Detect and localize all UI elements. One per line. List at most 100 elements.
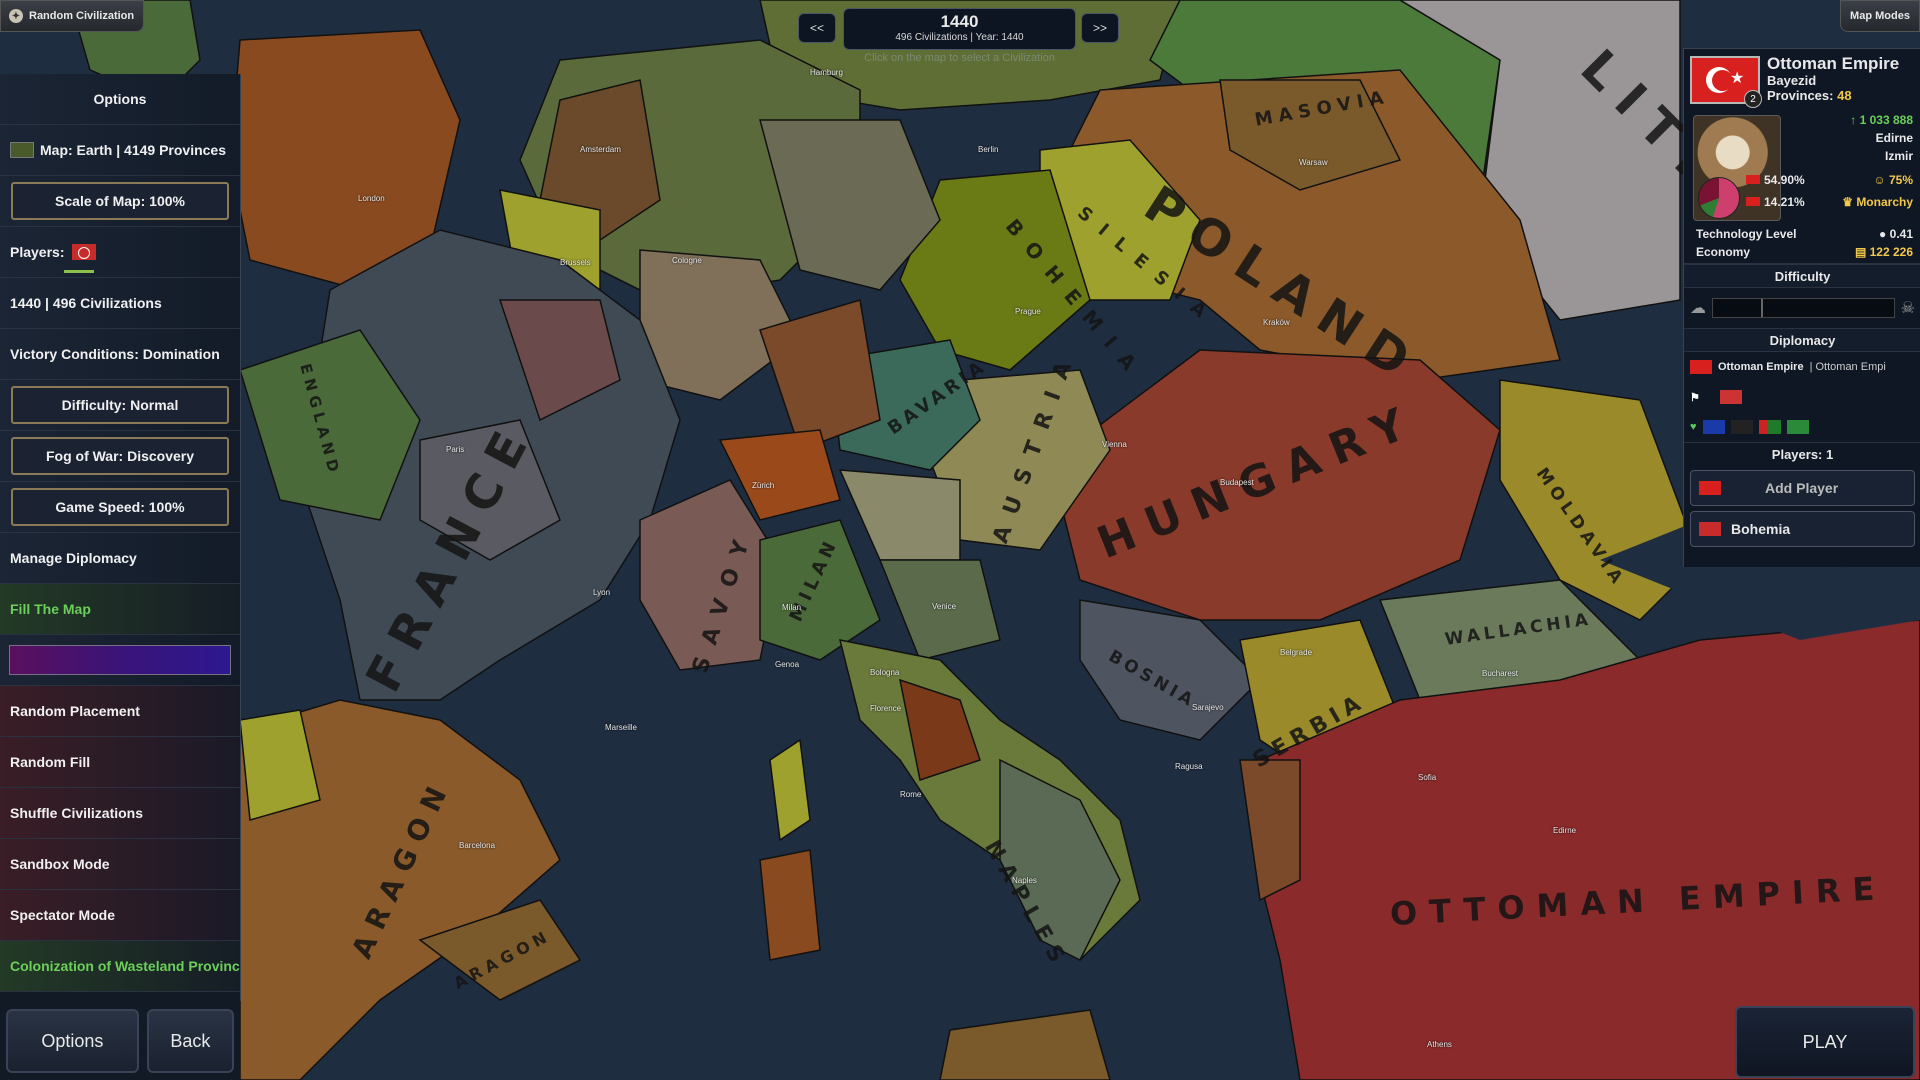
city-label: Lyon <box>593 588 611 597</box>
back-button[interactable]: Back <box>146 1009 234 1073</box>
city-label: Edirne <box>1553 826 1577 835</box>
bottom-left-buttons: Options Back <box>0 1001 240 1080</box>
province-count: 48 <box>1837 88 1852 103</box>
tech-value: 0.41 <box>1889 227 1913 241</box>
vassal-flag-icon[interactable] <box>1702 420 1725 434</box>
city-label: Brussels <box>560 258 591 267</box>
city-label: Hamburg <box>810 68 843 77</box>
civ-name: Ottoman Empire <box>1767 54 1900 73</box>
city-label: Cologne <box>672 256 702 265</box>
city-label: Florence <box>870 704 902 713</box>
diplomacy-civ-row[interactable]: Ottoman Empire | Ottoman Empi <box>1684 352 1920 382</box>
map-hint-text: Click on the map to select a Civilizatio… <box>864 52 1055 64</box>
city-label: Sarajevo <box>1192 703 1224 712</box>
city-label: Naples <box>1012 876 1037 885</box>
map-icon <box>10 142 34 158</box>
city-label: Bucharest <box>1482 669 1519 678</box>
year-display: 1440 496 Civilizations | Year: 1440 <box>843 8 1076 50</box>
player-name: Bohemia <box>1731 521 1791 537</box>
tech-icon: ● <box>1879 227 1890 241</box>
city-label: Kraków <box>1263 318 1290 327</box>
colonization-label: Colonization of Wasteland Provinces <box>10 958 240 974</box>
tech-label: Technology Level <box>1696 227 1797 241</box>
map-modes-button[interactable]: Map Modes <box>1840 0 1920 32</box>
civilization-icon: ✦ <box>9 9 23 23</box>
second-city: Izmir <box>1884 149 1913 163</box>
city-label: Athens <box>1427 1040 1452 1049</box>
year-value: 1440 <box>940 12 979 31</box>
play-button[interactable]: PLAY <box>1735 1006 1915 1078</box>
city-label: Budapest <box>1220 478 1254 487</box>
white-flag-icon[interactable]: ⚑ <box>1690 391 1700 404</box>
city-label: Paris <box>446 445 465 454</box>
city-label: Berlin <box>978 145 999 154</box>
portugal-flag-icon[interactable] <box>1758 420 1781 434</box>
year-civs-row[interactable]: 1440 | 496 Civilizations <box>0 278 240 329</box>
world-map[interactable]: POLAND HUNGARY FRANCE BOHEMIA AUSTRIA SA… <box>0 0 1920 1080</box>
city-label: Barcelona <box>459 841 496 850</box>
city-label: Sofia <box>1418 773 1437 782</box>
left-options-panel: Options Map: Earth | 4149 Provinces Scal… <box>0 74 241 1001</box>
next-year-button[interactable]: >> <box>1081 13 1119 43</box>
manage-diplomacy-button[interactable]: Manage Diplomacy <box>0 533 240 584</box>
scale-of-map-button[interactable]: Scale of Map: 100% <box>11 182 229 220</box>
city-label: Warsaw <box>1299 158 1328 167</box>
city-label: Vienna <box>1102 440 1127 449</box>
crown-icon: ♛ <box>1842 195 1857 209</box>
population-value: 1 033 888 <box>1859 113 1913 127</box>
city-label: Rome <box>900 790 922 799</box>
flag-small-icon <box>1746 175 1760 184</box>
color-picker-bar[interactable] <box>9 645 231 675</box>
city-label: Zürich <box>752 481 775 490</box>
app-title-tab[interactable]: ✦ Random Civilization <box>0 0 144 32</box>
crescent-flag-icon[interactable] <box>1730 420 1753 434</box>
players-label: Players: <box>10 244 65 260</box>
previous-year-button[interactable]: << <box>798 13 836 43</box>
fog-of-war-button[interactable]: Fog of War: Discovery <box>11 437 229 475</box>
victory-conditions-row[interactable]: Victory Conditions: Domination <box>0 329 240 380</box>
game-speed-button[interactable]: Game Speed: 100% <box>11 488 229 526</box>
rank-badge: 2 <box>1744 90 1762 108</box>
add-player-button[interactable]: Add Player <box>1690 470 1915 506</box>
city-label: Milan <box>782 603 802 612</box>
players-row[interactable]: Players: <box>0 227 240 278</box>
map-info-label: Map: Earth | 4149 Provinces <box>40 142 226 158</box>
government-type: Monarchy <box>1856 195 1913 209</box>
city-label: Genoa <box>775 660 800 669</box>
app-title: Random Civilization <box>29 10 135 22</box>
happiness-value: 75% <box>1888 173 1913 187</box>
options-button[interactable]: Options <box>6 1009 139 1073</box>
green-crescent-flag-icon[interactable] <box>1786 420 1809 434</box>
flag-small-icon <box>1746 197 1760 206</box>
heart-icon[interactable]: ♥ <box>1690 421 1697 433</box>
city-label: Bologna <box>870 668 900 677</box>
city-label: London <box>358 194 385 203</box>
colonization-button[interactable]: Colonization of Wasteland Provinces <box>0 941 240 992</box>
city-label: Marseille <box>605 723 638 732</box>
map-info-row[interactable]: Map: Earth | 4149 Provinces <box>0 125 240 176</box>
civ-provinces: Provinces: 48 <box>1767 88 1852 103</box>
civ-stats: ↑ 1 033 888 Edirne Izmir 54.90% 14.21% ☺… <box>1684 111 1920 223</box>
sandbox-mode-button[interactable]: Sandbox Mode <box>0 839 240 890</box>
random-fill-button[interactable]: Random Fill <box>0 737 240 788</box>
player-slot-bohemia[interactable]: Bohemia <box>1690 511 1915 547</box>
diplomacy-flags-row-2: ♥ <box>1684 412 1920 442</box>
shuffle-civilizations-button[interactable]: Shuffle Civilizations <box>0 788 240 839</box>
ottoman-flag-icon <box>1690 360 1712 374</box>
fill-the-map-button[interactable]: Fill The Map <box>0 584 240 635</box>
random-placement-button[interactable]: Random Placement <box>0 686 240 737</box>
percentage-2: 14.21% <box>1764 195 1805 209</box>
percentage-1: 54.90% <box>1764 173 1805 187</box>
difficulty-slider[interactable] <box>1712 298 1895 318</box>
alliance-flag-icon[interactable] <box>1719 390 1742 404</box>
economy-label: Economy <box>1696 245 1751 259</box>
difficulty-button[interactable]: Difficulty: Normal <box>11 386 229 424</box>
city-label: Venice <box>932 602 957 611</box>
capital-city: Edirne <box>1875 131 1913 145</box>
spectator-mode-button[interactable]: Spectator Mode <box>0 890 240 941</box>
difficulty-section-title: Difficulty <box>1684 264 1920 288</box>
bohemia-flag-icon <box>1699 522 1721 536</box>
ottoman-flag-icon[interactable]: ★ 2 <box>1690 56 1762 108</box>
diplomacy-flags-row-1: ⚑ <box>1684 382 1920 412</box>
easy-icon: ☁ <box>1690 300 1706 317</box>
